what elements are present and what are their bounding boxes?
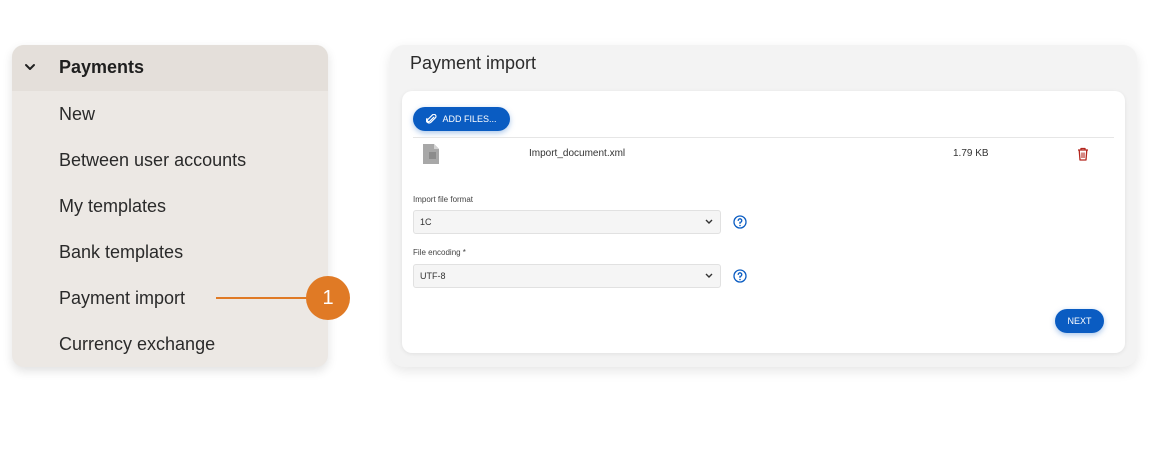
- sidebar-section-title: Payments: [59, 57, 145, 77]
- import-format-value: 1C: [420, 217, 432, 227]
- add-files-label: ADD FILES...: [442, 114, 497, 124]
- file-icon: [423, 144, 439, 164]
- file-name: Import_document.xml: [529, 148, 626, 159]
- import-card: ADD FILES... Import_document.xml 1.79 KB…: [402, 91, 1125, 353]
- sidebar-item-bank-templates[interactable]: Bank templates: [59, 242, 183, 263]
- payment-import-panel: Payment import ADD FILES... Import_docum…: [390, 45, 1137, 367]
- divider: [413, 137, 1114, 138]
- annotation-badge: 1: [306, 276, 350, 320]
- import-format-label: Import file format: [413, 195, 474, 204]
- import-format-select[interactable]: 1C: [413, 210, 721, 234]
- sidebar-section-payments[interactable]: Payments: [12, 45, 328, 91]
- sidebar-item-currency-exchange[interactable]: Currency exchange: [59, 334, 215, 355]
- payments-sidebar: Payments New Between user accounts My te…: [12, 45, 328, 367]
- add-files-button[interactable]: ADD FILES...: [413, 107, 510, 131]
- annotation-line: [216, 297, 308, 299]
- sidebar-item-between-user-accounts[interactable]: Between user accounts: [59, 150, 246, 171]
- trash-icon[interactable]: [1077, 147, 1089, 161]
- chevron-down-icon: [705, 219, 713, 224]
- help-icon[interactable]: [733, 215, 747, 229]
- file-encoding-value: UTF-8: [420, 271, 446, 281]
- sidebar-item-my-templates[interactable]: My templates: [59, 196, 166, 217]
- chevron-down-icon: [25, 64, 35, 70]
- sidebar-item-new[interactable]: New: [59, 104, 95, 125]
- chevron-down-icon: [705, 273, 713, 278]
- file-encoding-select[interactable]: UTF-8: [413, 264, 721, 288]
- sidebar-item-payment-import[interactable]: Payment import: [59, 288, 185, 309]
- file-encoding-label: File encoding *: [413, 248, 466, 257]
- help-icon[interactable]: [733, 269, 747, 283]
- page-title: Payment import: [410, 53, 537, 73]
- paperclip-icon: [426, 113, 437, 124]
- file-size: 1.79 KB: [953, 148, 989, 159]
- next-button[interactable]: NEXT: [1055, 309, 1104, 333]
- next-button-label: NEXT: [1067, 316, 1092, 326]
